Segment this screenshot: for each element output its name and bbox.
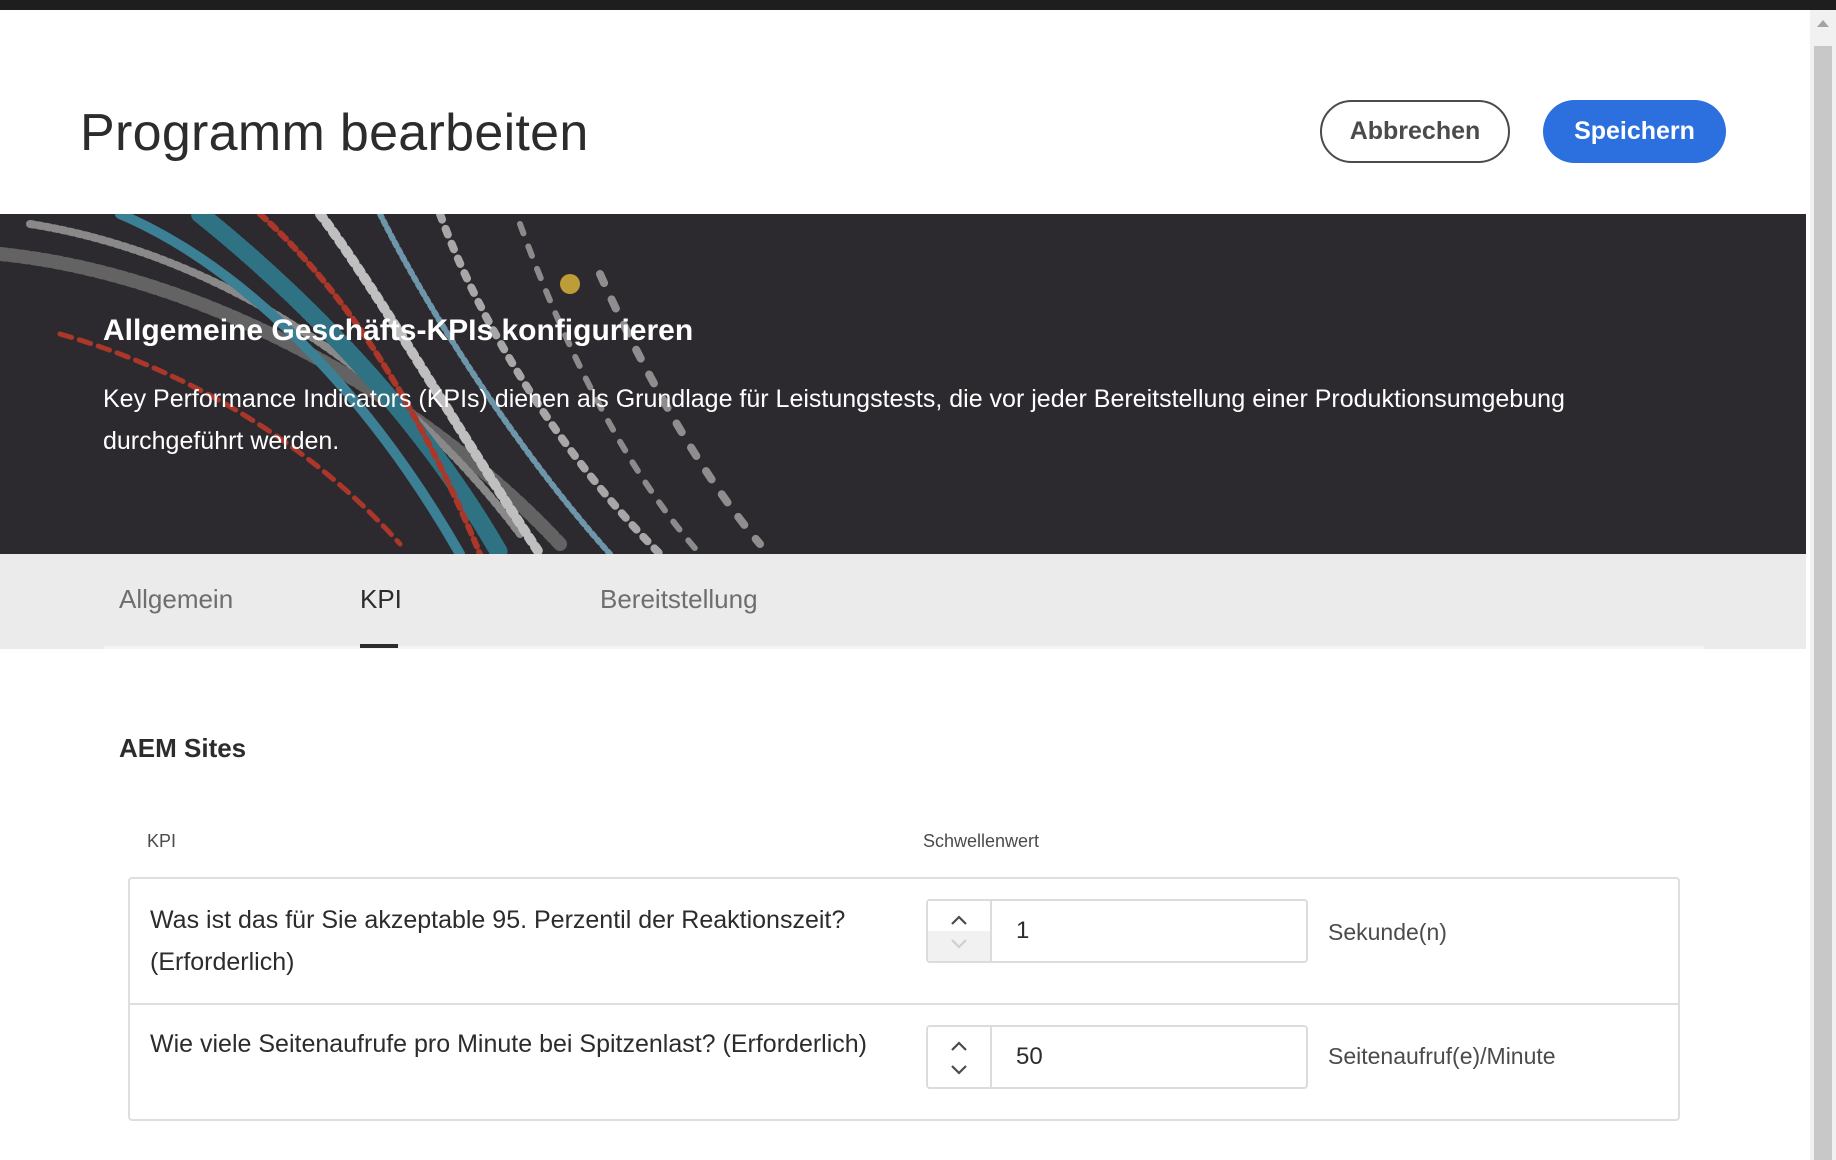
- decrement-button[interactable]: [948, 1059, 970, 1081]
- scroll-up-arrow-icon[interactable]: [1817, 20, 1829, 27]
- kpi-question: Was ist das für Sie akzeptable 95. Perze…: [150, 906, 846, 976]
- active-tab-indicator: [360, 644, 398, 648]
- page-title: Programm bearbeiten: [80, 104, 589, 162]
- kpi-content: AEM Sites KPI Schwellenwert Was ist das …: [0, 649, 1806, 1160]
- hero-description: Key Performance Indicators (KPIs) dienen…: [103, 385, 1565, 455]
- page-views-input[interactable]: [994, 1027, 1306, 1087]
- kpi-table: Was ist das für Sie akzeptable 95. Perze…: [128, 877, 1680, 1121]
- scrollbar-thumb[interactable]: [1814, 46, 1832, 1160]
- page-views-stepper: [926, 1025, 1308, 1089]
- page-header: Programm bearbeiten Abbrechen Speichern: [0, 10, 1810, 214]
- section-title: AEM Sites: [119, 733, 247, 763]
- unit-label: Sekunde(n): [1328, 919, 1447, 945]
- hero-title: Allgemeine Geschäfts-KPIs konfigurieren: [103, 314, 694, 347]
- kpi-question: Wie viele Seitenaufrufe pro Minute bei S…: [150, 1030, 868, 1058]
- stepper-buttons: [928, 1027, 992, 1087]
- chevron-up-icon: [951, 915, 967, 925]
- cancel-button[interactable]: Abbrechen: [1320, 100, 1510, 163]
- save-button[interactable]: Speichern: [1543, 100, 1726, 163]
- increment-button[interactable]: [948, 1035, 970, 1057]
- increment-button[interactable]: [948, 909, 970, 931]
- response-time-input[interactable]: [994, 901, 1306, 961]
- response-time-stepper: [926, 899, 1308, 963]
- vertical-scrollbar[interactable]: [1810, 10, 1836, 1160]
- table-row: Wie viele Seitenaufrufe pro Minute bei S…: [130, 1005, 1678, 1119]
- hero-banner: Allgemeine Geschäfts-KPIs konfigurieren …: [0, 214, 1806, 554]
- column-header-threshold: Schwellenwert: [923, 831, 1040, 851]
- window-top-bar: [0, 0, 1836, 10]
- unit-label: Seitenaufruf(e)/Minute: [1328, 1043, 1556, 1069]
- chevron-down-icon: [951, 939, 967, 949]
- chevron-up-icon: [951, 1041, 967, 1051]
- column-header-kpi: KPI: [147, 831, 177, 851]
- tab-kpi[interactable]: KPI: [360, 584, 402, 615]
- chevron-down-icon: [951, 1065, 967, 1075]
- decrement-button[interactable]: [948, 933, 970, 955]
- table-row: Was ist das für Sie akzeptable 95. Perze…: [130, 879, 1678, 1005]
- tab-bar: Allgemein KPI Bereitstellung: [0, 554, 1806, 649]
- stepper-buttons: [928, 901, 992, 961]
- tab-bereitstellung[interactable]: Bereitstellung: [600, 584, 758, 615]
- tab-allgemein[interactable]: Allgemein: [119, 584, 233, 615]
